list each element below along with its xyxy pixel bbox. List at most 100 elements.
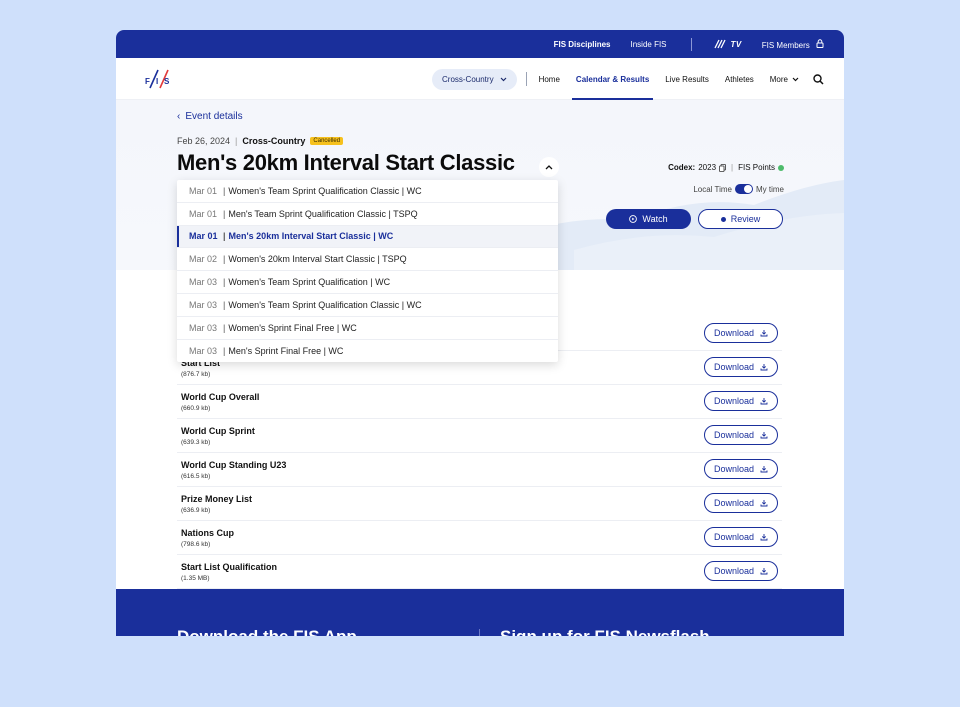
download-button[interactable]: Download — [704, 493, 778, 513]
document-size: (616.5 kb) — [181, 473, 211, 480]
race-option-divider: | — [223, 185, 226, 196]
fis-logo-icon[interactable]: F I S — [144, 68, 172, 90]
codex-info: Codex: 2023 | FIS Points — [668, 163, 784, 172]
nav-live-results[interactable]: Live Results — [665, 58, 709, 100]
download-button[interactable]: Download — [704, 425, 778, 445]
race-option-divider: | — [223, 299, 226, 310]
footer-newsletter-heading: Sign up for FIS Newsflash — [500, 627, 710, 636]
race-option[interactable]: Mar 03 | Women's Sprint Final Free | WC — [177, 317, 558, 340]
download-icon — [760, 432, 768, 439]
search-icon[interactable] — [813, 73, 824, 85]
download-icon — [760, 330, 768, 337]
race-option-date: Mar 03 — [189, 322, 218, 333]
race-option[interactable]: Mar 03 | Women's Team Sprint Qualification… — [177, 294, 558, 317]
local-time-label: Local Time — [693, 184, 732, 194]
browser-window: FIS Disciplines Inside FIS TV FIS Member… — [116, 30, 844, 636]
race-option-name: Women's Team Sprint Qualification Classi… — [228, 185, 422, 196]
download-button[interactable]: Download — [704, 391, 778, 411]
download-button[interactable]: Download — [704, 357, 778, 377]
lock-icon — [816, 38, 824, 48]
race-option-date: Mar 03 — [189, 277, 218, 288]
footer: Download the FIS App Sign up for FIS New… — [116, 589, 844, 636]
event-date: Feb 26, 2024 — [177, 136, 231, 146]
nav-links: Cross-Country Home Calendar & Results Li… — [432, 58, 824, 100]
document-row: Prize Money List (636.9 kb) Download — [177, 487, 782, 521]
footer-app-heading: Download the FIS App — [177, 627, 357, 636]
document-row: World Cup Sprint (639.3 kb) Download — [177, 419, 782, 453]
race-option-divider: | — [223, 254, 226, 265]
inside-fis-link[interactable]: Inside FIS — [631, 40, 667, 49]
race-option-divider: | — [223, 231, 226, 242]
fis-members-link[interactable]: FIS Members — [762, 38, 824, 50]
race-option[interactable]: Mar 01 | Women's Team Sprint Qualification… — [177, 180, 558, 203]
race-option-name: Women's Team Sprint Qualification | WC — [228, 277, 391, 288]
back-to-event-details[interactable]: ‹ Event details — [177, 111, 243, 122]
fis-tv-logo-icon — [713, 39, 726, 49]
review-label: Review — [730, 214, 761, 224]
race-option-name: Women's Sprint Final Free | WC — [228, 322, 357, 333]
download-button[interactable]: Download — [704, 459, 778, 479]
document-name: World Cup Overall — [181, 392, 260, 402]
race-selector-toggle[interactable] — [539, 157, 559, 177]
main-navbar: F I S Cross-Country Home Calendar & Resu… — [116, 58, 844, 100]
copy-icon[interactable] — [719, 163, 726, 172]
discipline-select[interactable]: Cross-Country — [432, 68, 517, 90]
time-mode-toggle[interactable] — [735, 184, 753, 194]
race-option-divider: | — [223, 208, 226, 219]
download-label: Download — [713, 328, 755, 338]
status-badge: Cancelled — [310, 137, 344, 145]
nav-calendar-results[interactable]: Calendar & Results — [571, 58, 654, 100]
nav-more-label: More — [769, 74, 788, 84]
chevron-down-icon — [792, 77, 799, 81]
race-option[interactable]: Mar 03 | Women's Team Sprint Qualification… — [177, 271, 558, 294]
fis-points-label: FIS Points — [738, 163, 775, 172]
download-label: Download — [713, 396, 755, 406]
document-name: Start List Qualification — [181, 562, 278, 572]
time-toggle-row: Local Time My time — [693, 184, 784, 194]
download-label: Download — [713, 498, 755, 508]
race-option-date: Mar 03 — [189, 299, 218, 310]
race-option-divider: | — [223, 345, 226, 356]
footer-divider — [479, 629, 480, 636]
nav-more[interactable]: More — [770, 75, 799, 84]
nav-divider — [525, 72, 527, 86]
race-option-date: Mar 01 — [189, 185, 218, 196]
document-size: (876.7 kb) — [181, 371, 211, 378]
document-size: (1.35 MB) — [181, 575, 210, 582]
race-option-divider: | — [223, 277, 226, 288]
document-row: World Cup Standing U23 (616.5 kb) Download — [177, 453, 782, 487]
download-label: Download — [713, 464, 755, 474]
download-icon — [760, 398, 768, 405]
download-icon — [760, 568, 768, 575]
race-option[interactable]: Mar 01 | Men's 20km Interval Start Classic… — [177, 225, 558, 249]
race-option-date: Mar 02 — [189, 254, 218, 265]
race-option-name: Men's Sprint Final Free | WC — [228, 345, 344, 356]
watch-button[interactable]: Watch — [606, 209, 691, 229]
race-option[interactable]: Mar 02 | Women's 20km Interval Start Class… — [177, 248, 558, 272]
download-icon — [760, 364, 768, 371]
codex-divider: | — [731, 163, 734, 172]
nav-athletes[interactable]: Athletes — [725, 58, 754, 100]
svg-text:F: F — [145, 77, 150, 86]
review-dot-icon — [720, 216, 726, 222]
chevron-down-icon — [500, 77, 507, 81]
fis-points-status-dot — [778, 164, 784, 171]
download-button[interactable]: Download — [704, 561, 778, 581]
race-option[interactable]: Mar 03 | Men's Sprint Final Free | WC — [177, 340, 558, 363]
fis-disciplines-link[interactable]: FIS Disciplines — [554, 40, 611, 49]
review-button[interactable]: Review — [698, 209, 783, 229]
document-size: (660.9 kb) — [181, 405, 211, 412]
download-button[interactable]: Download — [704, 323, 778, 343]
document-name: Prize Money List — [181, 494, 253, 504]
race-option[interactable]: Mar 01 | Men's Team Sprint Qualification C… — [177, 203, 558, 226]
my-time-label: My time — [756, 184, 784, 194]
chevron-left-icon: ‹ — [177, 111, 181, 122]
fis-tv-link[interactable]: TV — [713, 39, 742, 49]
event-meta: Feb 26, 2024 | Cross-Country Cancelled — [177, 136, 344, 146]
document-row: Nations Cup (798.6 kb) Download — [177, 521, 782, 555]
download-label: Download — [713, 566, 755, 576]
download-button[interactable]: Download — [704, 527, 778, 547]
play-circle-icon — [629, 215, 638, 223]
nav-home[interactable]: Home — [539, 58, 560, 100]
topbar-divider — [690, 37, 692, 51]
